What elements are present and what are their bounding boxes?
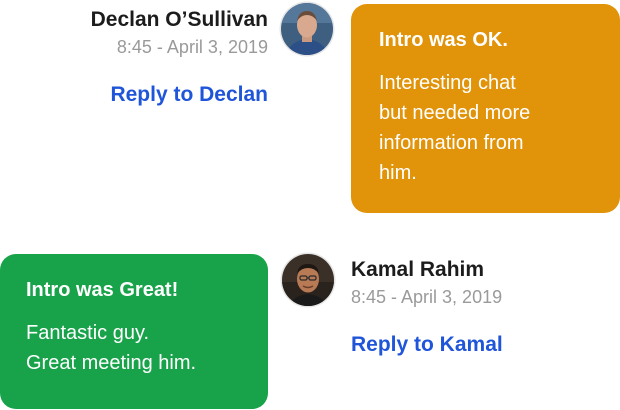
feedback-bubble: Intro was OK. Interesting chat but neede…	[351, 4, 620, 213]
reply-link[interactable]: Reply to Kamal	[351, 331, 611, 359]
comment-line: information from	[379, 132, 524, 154]
author-name: Kamal Rahim	[351, 258, 485, 281]
message-timestamp: 8:45 - April 3, 2019	[351, 287, 503, 307]
comment-line: but needed more	[379, 102, 531, 124]
author-name: Declan O’Sullivan	[90, 8, 268, 31]
avatar	[280, 252, 336, 308]
feedback-bubble: Intro was Great! Fantastic guy. Great me…	[0, 254, 268, 409]
reply-link[interactable]: Reply to Declan	[8, 81, 268, 109]
message-meta: Kamal Rahim 8:45 - April 3, 2019 Reply t…	[351, 256, 611, 359]
comment-line: him.	[379, 162, 417, 184]
comment-line: Great meeting him.	[26, 352, 197, 374]
comment-line: Fantastic guy.	[26, 322, 150, 344]
message-meta: Declan O’Sullivan 8:45 - April 3, 2019 R…	[8, 6, 268, 109]
comment-text: Fantastic guy. Great meeting him.	[26, 318, 248, 378]
rating-title: Intro was OK.	[379, 29, 508, 51]
avatar	[279, 1, 335, 57]
message-timestamp: 8:45 - April 3, 2019	[116, 37, 268, 57]
comment-text: Interesting chat but needed more informa…	[379, 68, 596, 188]
comment-line: Interesting chat	[379, 72, 516, 94]
rating-title: Intro was Great!	[26, 279, 179, 301]
feedback-thread: Declan O’Sullivan 8:45 - April 3, 2019 R…	[0, 0, 620, 410]
